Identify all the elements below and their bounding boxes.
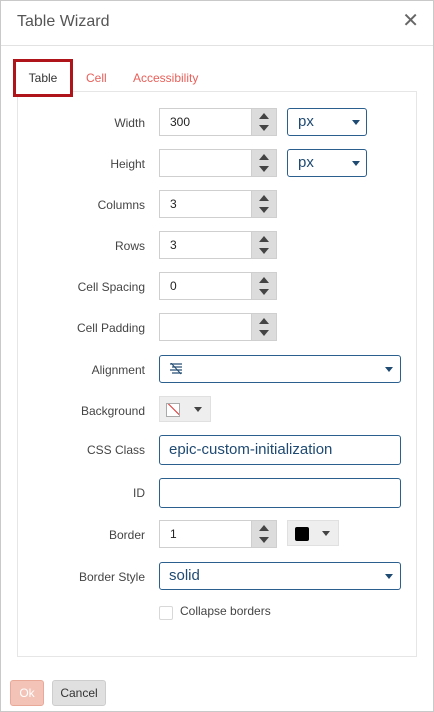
rows-label: Rows (114, 239, 145, 253)
align-icon (170, 363, 182, 375)
cell-padding-row: Cell Padding (1, 313, 434, 343)
width-unit-value: px (298, 113, 314, 130)
increment-icon[interactable] (259, 236, 269, 242)
decrement-icon[interactable] (259, 330, 269, 336)
rows-row: Rows 3 (1, 231, 434, 261)
increment-icon[interactable] (259, 154, 269, 160)
increment-icon[interactable] (259, 113, 269, 119)
chevron-down-icon (385, 574, 393, 579)
border-row: Border 1 (1, 520, 434, 550)
collapse-borders-row: Collapse borders (1, 598, 434, 628)
tab-bar: Table Cell Accessibility (13, 59, 423, 97)
decrement-icon[interactable] (259, 289, 269, 295)
border-style-label: Border Style (78, 570, 145, 584)
collapse-borders-checkbox[interactable] (159, 606, 173, 620)
background-color-picker[interactable] (159, 396, 211, 422)
width-value[interactable]: 300 (170, 109, 190, 135)
decrement-icon[interactable] (259, 125, 269, 131)
increment-icon[interactable] (259, 525, 269, 531)
decrement-icon[interactable] (259, 537, 269, 543)
cell-spacing-spinner[interactable]: 0 (159, 272, 277, 300)
rows-value[interactable]: 3 (170, 232, 177, 258)
columns-spinner[interactable]: 3 (159, 190, 277, 218)
width-spinner[interactable]: 300 (159, 108, 277, 136)
css-class-label: CSS Class (86, 443, 145, 457)
decrement-icon[interactable] (259, 248, 269, 254)
alignment-select[interactable] (159, 355, 401, 383)
cell-spacing-stepper-buttons[interactable] (251, 273, 276, 299)
cell-padding-spinner[interactable] (159, 313, 277, 341)
tab-accessibility[interactable]: Accessibility (133, 59, 198, 97)
border-spinner[interactable]: 1 (159, 520, 277, 548)
css-class-value[interactable]: epic-custom-initialization (169, 441, 332, 458)
rows-spinner[interactable]: 3 (159, 231, 277, 259)
cell-spacing-row: Cell Spacing 0 (1, 272, 434, 302)
black-swatch-icon (295, 527, 309, 541)
tab-table[interactable]: Table (13, 59, 73, 97)
ok-button[interactable]: Ok (10, 680, 44, 706)
height-stepper-buttons[interactable] (251, 150, 276, 176)
border-value[interactable]: 1 (170, 521, 177, 547)
increment-icon[interactable] (259, 195, 269, 201)
cell-padding-stepper-buttons[interactable] (251, 314, 276, 340)
dialog-titlebar: Table Wizard ✕ (1, 1, 433, 46)
chevron-down-icon (352, 120, 360, 125)
close-icon[interactable]: ✕ (402, 10, 419, 32)
background-row: Background (1, 396, 434, 426)
css-class-row: CSS Class epic-custom-initialization (1, 435, 434, 465)
width-unit-select[interactable]: px (287, 108, 367, 136)
cell-spacing-value[interactable]: 0 (170, 273, 177, 299)
decrement-icon[interactable] (259, 207, 269, 213)
chevron-down-icon (385, 367, 393, 372)
border-style-select[interactable]: solid (159, 562, 401, 590)
width-row: Width 300 px (1, 108, 434, 138)
height-label: Height (110, 157, 145, 171)
id-input[interactable] (159, 478, 401, 508)
chevron-down-icon (352, 161, 360, 166)
rows-stepper-buttons[interactable] (251, 232, 276, 258)
no-color-swatch-icon (166, 403, 180, 417)
border-style-value: solid (169, 567, 200, 584)
increment-icon[interactable] (259, 277, 269, 283)
width-label: Width (114, 116, 145, 130)
cancel-button[interactable]: Cancel (52, 680, 106, 706)
id-row: ID (1, 478, 434, 508)
height-spinner[interactable] (159, 149, 277, 177)
width-stepper-buttons[interactable] (251, 109, 276, 135)
table-wizard-dialog: Table Wizard ✕ Table Cell Accessibility … (0, 0, 434, 712)
dialog-title: Table Wizard (17, 13, 110, 30)
alignment-row: Alignment (1, 355, 434, 385)
chevron-down-icon (194, 407, 202, 412)
alignment-label: Alignment (91, 363, 145, 377)
border-label: Border (108, 528, 145, 542)
height-unit-select[interactable]: px (287, 149, 367, 177)
background-label: Background (80, 404, 145, 418)
border-stepper-buttons[interactable] (251, 521, 276, 547)
columns-stepper-buttons[interactable] (251, 191, 276, 217)
columns-value[interactable]: 3 (170, 191, 177, 217)
height-row: Height px (1, 149, 434, 179)
id-label: ID (133, 486, 145, 500)
cell-padding-label: Cell Padding (76, 321, 145, 335)
decrement-icon[interactable] (259, 166, 269, 172)
border-color-picker[interactable] (287, 520, 339, 546)
columns-row: Columns 3 (1, 190, 434, 220)
tab-cell[interactable]: Cell (86, 59, 107, 97)
chevron-down-icon (322, 531, 330, 536)
columns-label: Columns (97, 198, 145, 212)
border-style-row: Border Style solid (1, 562, 434, 592)
increment-icon[interactable] (259, 318, 269, 324)
height-unit-value: px (298, 154, 314, 171)
css-class-input[interactable]: epic-custom-initialization (159, 435, 401, 465)
cell-spacing-label: Cell Spacing (77, 280, 145, 294)
collapse-borders-label[interactable]: Collapse borders (180, 604, 271, 618)
